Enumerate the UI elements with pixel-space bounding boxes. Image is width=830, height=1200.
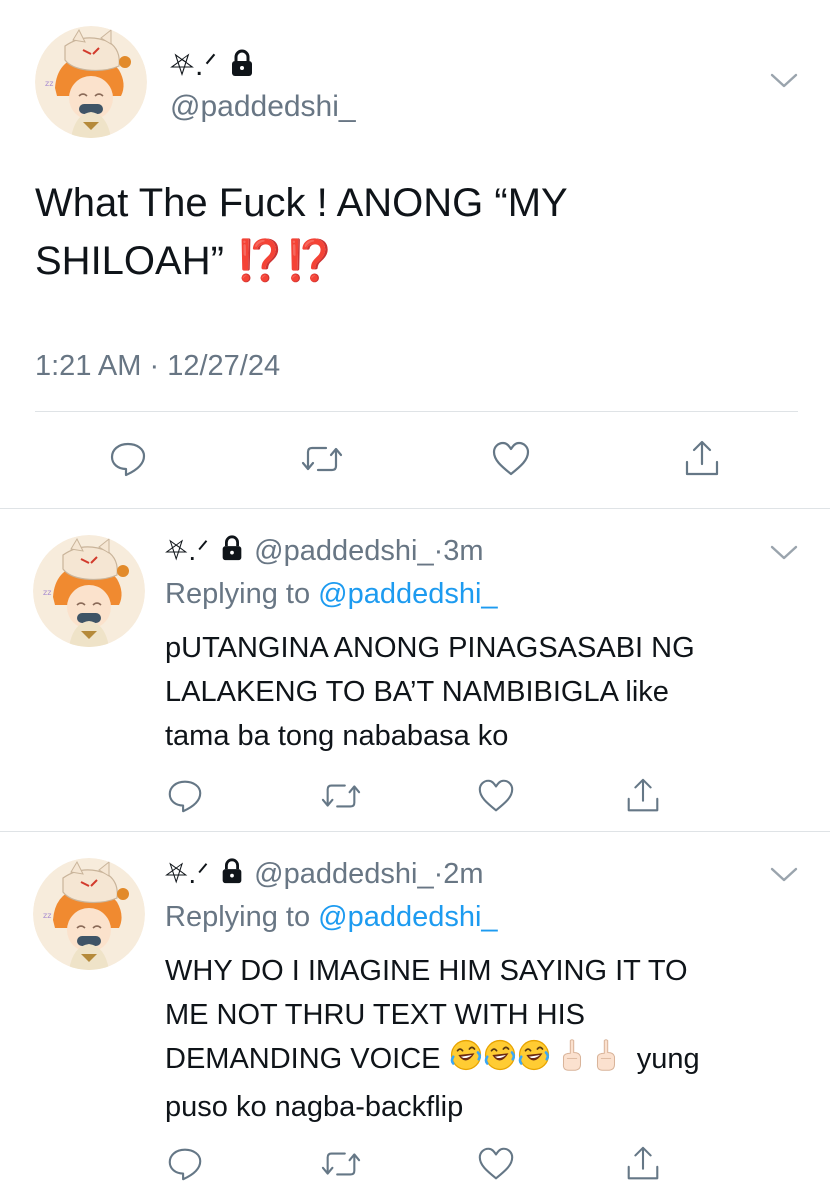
tweet-text-line-2-text: SHILOAH” [35, 239, 224, 283]
reply-text: WHY DO I IMAGINE HIM SAYING IT TO ME NOT… [165, 949, 805, 1129]
divider [0, 508, 830, 509]
reply-icon [110, 442, 146, 477]
replying-to-link[interactable]: @paddedshi_ [318, 901, 497, 933]
share-icon [685, 440, 719, 476]
meta-separator: · [433, 858, 444, 890]
share-button[interactable] [677, 434, 727, 484]
timestamp[interactable]: 1:21 AM · 12/27/24 [35, 350, 280, 383]
reply-text-segment: yung [636, 1043, 700, 1075]
meta-separator: · [149, 350, 160, 382]
share-icon [627, 778, 659, 812]
retweet-button[interactable] [316, 771, 366, 821]
display-name[interactable]: ⛧.ᐟ [165, 535, 210, 566]
rolling-laughing-emoji [483, 1038, 517, 1085]
handle[interactable]: @paddedshi_ [170, 90, 356, 124]
display-name[interactable]: ⛧.ᐟ [170, 48, 257, 86]
tweet-text: What The Fuck ! ANONG “MY SHILOAH” ⁉️⁉️ [35, 174, 795, 290]
display-name[interactable]: ⛧.ᐟ [165, 858, 210, 889]
date-label: 12/27/24 [167, 350, 281, 382]
retweet-icon [321, 1152, 361, 1176]
post-age[interactable]: 2m [443, 858, 483, 890]
tweet-text-line-2: SHILOAH” ⁉️⁉️ [35, 232, 795, 290]
reply-text-line-3: DEMANDING VOICE yung [165, 1037, 805, 1085]
reply-text-line: pUTANGINA ANONG PINAGSASABI NG [165, 632, 695, 664]
replying-to: Replying to @paddedshi_ [165, 901, 498, 934]
display-name-text: ⛧.ᐟ [170, 49, 219, 82]
rolling-laughing-emoji [517, 1038, 551, 1085]
rolling-laughing-emoji [449, 1038, 483, 1085]
reply-icon [168, 1148, 202, 1181]
share-button[interactable] [618, 1139, 668, 1189]
replying-to: Replying to @paddedshi_ [165, 578, 498, 611]
reply-button[interactable] [160, 771, 210, 821]
retweet-button[interactable] [316, 1139, 366, 1189]
handle[interactable]: @paddedshi_ [254, 535, 433, 567]
reply-text-line: WHY DO I IMAGINE HIM SAYING IT TO [165, 955, 688, 987]
like-button[interactable] [471, 1139, 521, 1189]
lock-icon [218, 857, 246, 893]
heart-icon [478, 779, 514, 812]
replying-to-link[interactable]: @paddedshi_ [318, 578, 497, 610]
reply-button[interactable] [160, 1139, 210, 1189]
reply-text: pUTANGINA ANONG PINAGSASABI NG LALAKENG … [165, 626, 805, 758]
chevron-down-icon[interactable] [768, 70, 800, 95]
like-button[interactable] [471, 771, 521, 821]
divider [35, 411, 798, 412]
reply-text-line: LALAKENG TO BA’T NAMBIBIGLA like [165, 676, 669, 708]
time-label: 1:21 AM [35, 350, 142, 382]
lock-icon [227, 48, 257, 86]
avatar[interactable] [33, 858, 145, 970]
replying-to-label: Replying to [165, 901, 311, 933]
meta-separator: · [433, 535, 444, 567]
avatar[interactable] [35, 26, 147, 138]
chevron-down-icon[interactable] [768, 864, 800, 889]
reply-text-line: tama ba tong nababasa ko [165, 720, 509, 752]
post-age[interactable]: 3m [443, 535, 483, 567]
replying-to-label: Replying to [165, 578, 311, 610]
share-icon [627, 1146, 659, 1180]
tweet-text-line-1: What The Fuck ! ANONG “MY [35, 181, 568, 225]
lock-icon [218, 534, 246, 570]
reply-text-line: puso ko nagba-backflip [165, 1091, 464, 1123]
avatar[interactable] [33, 535, 145, 647]
reply-header: ⛧.ᐟ @paddedshi_·3m [165, 534, 484, 570]
reply-button[interactable] [103, 434, 153, 484]
retweet-icon [321, 784, 361, 808]
reply-text-segment: DEMANDING VOICE [165, 1043, 441, 1075]
heart-icon [492, 441, 530, 476]
retweet-icon [301, 446, 343, 472]
share-button[interactable] [618, 771, 668, 821]
reply-header: ⛧.ᐟ @paddedshi_·2m [165, 857, 484, 893]
retweet-button[interactable] [297, 434, 347, 484]
chevron-down-icon[interactable] [768, 542, 800, 567]
exclamation-question-emoji: ⁉️⁉️ [235, 239, 335, 283]
divider [0, 831, 830, 832]
handle[interactable]: @paddedshi_ [254, 858, 433, 890]
middle-finger-emoji [559, 1038, 585, 1085]
middle-finger-emoji [593, 1038, 619, 1085]
reply-text-line: ME NOT THRU TEXT WITH HIS [165, 999, 585, 1031]
reply-icon [168, 780, 202, 813]
heart-icon [478, 1147, 514, 1180]
like-button[interactable] [486, 434, 536, 484]
